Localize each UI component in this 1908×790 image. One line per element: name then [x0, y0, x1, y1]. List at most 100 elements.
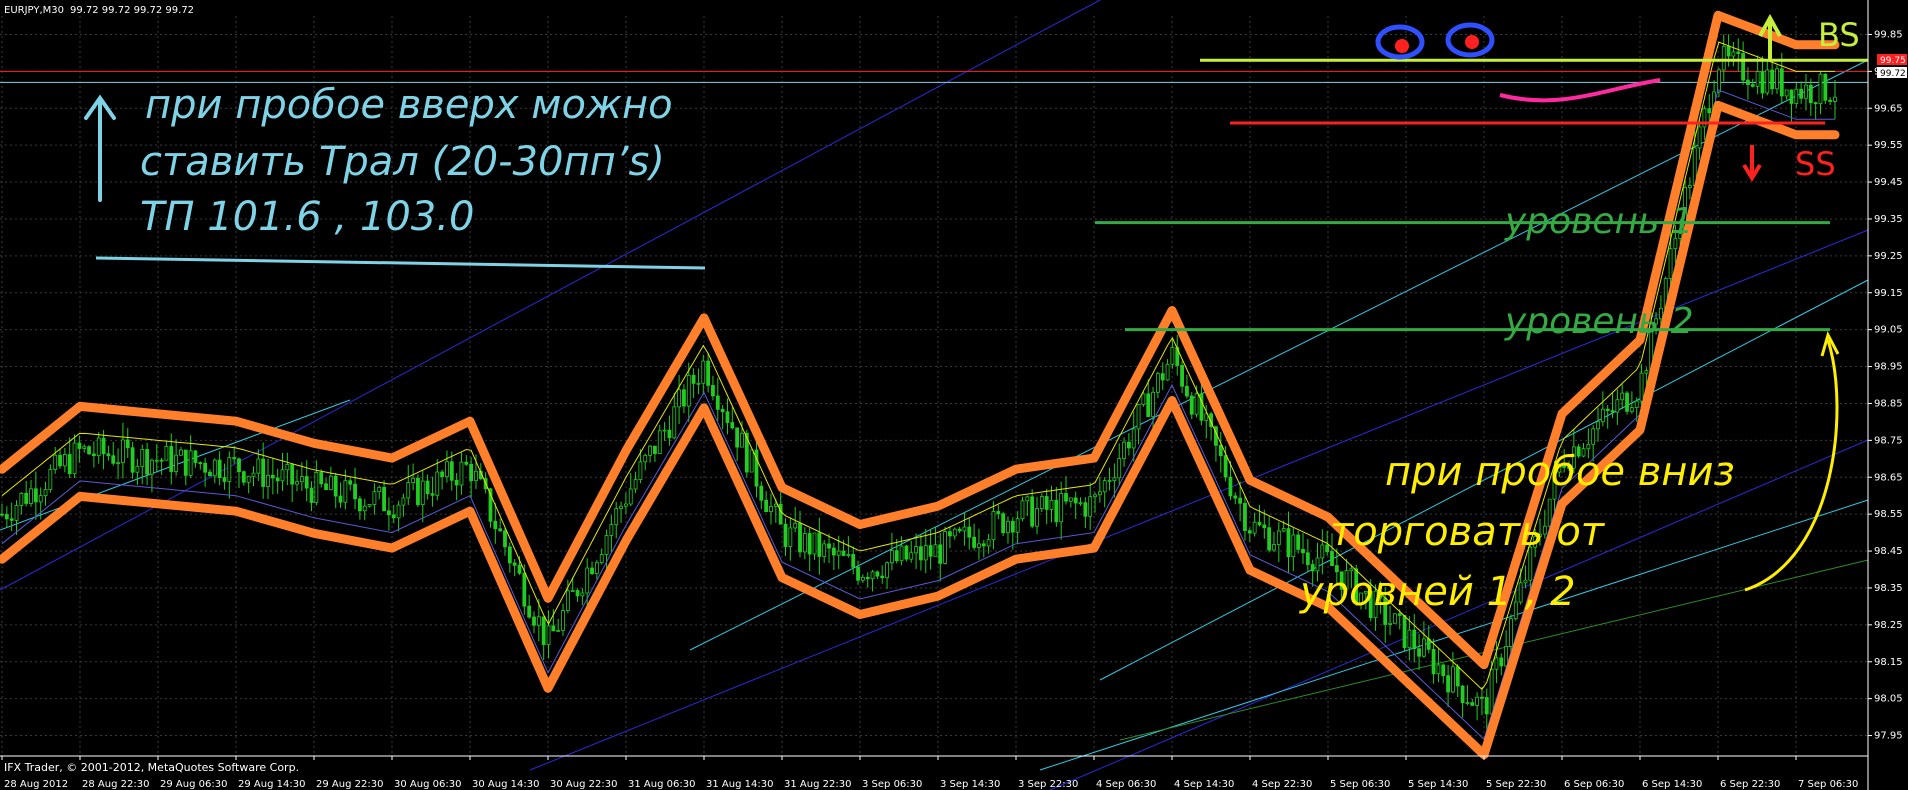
candle-body [246, 475, 251, 483]
candle-body [503, 530, 507, 548]
candle-body [1083, 502, 1088, 517]
candle-body [1392, 613, 1397, 624]
candle-body [343, 480, 348, 503]
candle-body [91, 453, 96, 457]
candle-body [1726, 45, 1731, 57]
candle-body [778, 503, 783, 525]
y-tick-label: 98.05 [1874, 694, 1903, 705]
candle-body [391, 514, 396, 519]
candle-body [1741, 53, 1746, 81]
candle-body [696, 382, 701, 385]
x-tick-label: 6 Sep 06:30 [1564, 779, 1624, 790]
candle-body [193, 450, 198, 463]
y-tick-label: 98.55 [1874, 509, 1903, 520]
candle-body [551, 625, 556, 632]
candle-body [67, 454, 72, 475]
candle-body [1451, 666, 1455, 693]
candle-body [909, 552, 914, 560]
candle-body [1731, 51, 1736, 57]
candle-body [1760, 71, 1765, 94]
candle-body [667, 429, 672, 439]
candle-body [1784, 89, 1789, 97]
candle-body [1813, 102, 1818, 105]
x-tick-label: 6 Sep 22:30 [1720, 779, 1780, 790]
candle-body [1499, 657, 1504, 667]
candle-body [0, 513, 4, 516]
x-tick-label: 6 Sep 14:30 [1642, 779, 1702, 790]
candle-body [1441, 664, 1446, 677]
candle-body [4, 514, 9, 520]
annotation-bottom-line1: при пробое вниз [1385, 449, 1735, 495]
candle-body [880, 575, 885, 579]
candle-body [1088, 496, 1093, 517]
candle-body [720, 408, 725, 413]
candle-body [1305, 552, 1310, 565]
candle-body [788, 527, 793, 547]
candle-body [948, 531, 952, 537]
price-tag-current: 99.72 [1877, 67, 1907, 79]
candle-body [1228, 476, 1233, 497]
candle-body [33, 488, 38, 503]
pupil-right-icon [1465, 35, 1479, 49]
ohlc-label: 99.72 99.72 99.72 99.72 [70, 5, 194, 16]
candle-body [87, 446, 91, 455]
copyright-label: IFX Trader, © 2001-2012, MetaQuotes Soft… [4, 761, 299, 774]
candle-body [831, 547, 836, 556]
candle-body [362, 505, 367, 512]
chart-area[interactable]: 99.85 99.75 99.65 99.55 99.45 99.35 99.25 99.15… [0, 0, 1908, 790]
candle-body [1093, 494, 1097, 498]
candle-body [657, 430, 662, 455]
candle-body [1746, 79, 1750, 85]
candle-body [725, 411, 730, 423]
candle-body [977, 543, 981, 548]
candle-body [1160, 373, 1165, 381]
candle-body [1059, 493, 1064, 523]
candle-body [377, 486, 382, 493]
candle-body [106, 453, 111, 457]
candle-body [1146, 393, 1151, 417]
candle-body [1126, 441, 1131, 449]
candle-body [77, 442, 82, 449]
candle-body [1707, 108, 1712, 114]
x-tick-label: 4 Sep 06:30 [1096, 779, 1156, 790]
x-tick-label: 5 Sep 06:30 [1330, 779, 1390, 790]
candle-body [58, 454, 62, 467]
candle-body [290, 464, 295, 485]
candle-body [333, 475, 338, 497]
candle-body [299, 476, 304, 483]
candle-body [899, 545, 904, 562]
candle-body [1194, 393, 1199, 415]
candle-body [454, 479, 459, 486]
candle-body [1006, 520, 1010, 534]
candle-body [793, 522, 798, 529]
candle-body [449, 461, 454, 481]
y-tick-label: 98.65 [1874, 472, 1903, 483]
candle-body [212, 459, 217, 477]
candle-body [556, 629, 561, 632]
candle-body [280, 469, 285, 482]
candle-body [662, 429, 667, 432]
candle-body [309, 487, 314, 503]
price-tag-current-text: 99.72 [1880, 69, 1906, 79]
bs-label: BS [1818, 16, 1860, 54]
candle-body [101, 437, 106, 455]
candle-body [870, 571, 875, 580]
x-tick-label: 31 Aug 06:30 [628, 779, 695, 790]
candle-body [653, 445, 657, 455]
candle-body [1717, 69, 1721, 93]
candle-body [1629, 407, 1634, 412]
y-tick-label: 99.35 [1874, 214, 1903, 225]
candle-body [1272, 544, 1276, 551]
candle-body [459, 461, 464, 486]
candle-body [986, 539, 991, 547]
level1-label: уровень 1 [1504, 201, 1694, 242]
candle-body [677, 389, 681, 408]
x-tick-label: 31 Aug 22:30 [784, 779, 851, 790]
candle-body [24, 492, 29, 504]
candle-body [952, 528, 957, 537]
candle-body [256, 458, 261, 474]
candle-body [1136, 404, 1141, 430]
candle-body [590, 567, 594, 574]
candle-body [140, 449, 145, 467]
candle-body [536, 616, 541, 626]
